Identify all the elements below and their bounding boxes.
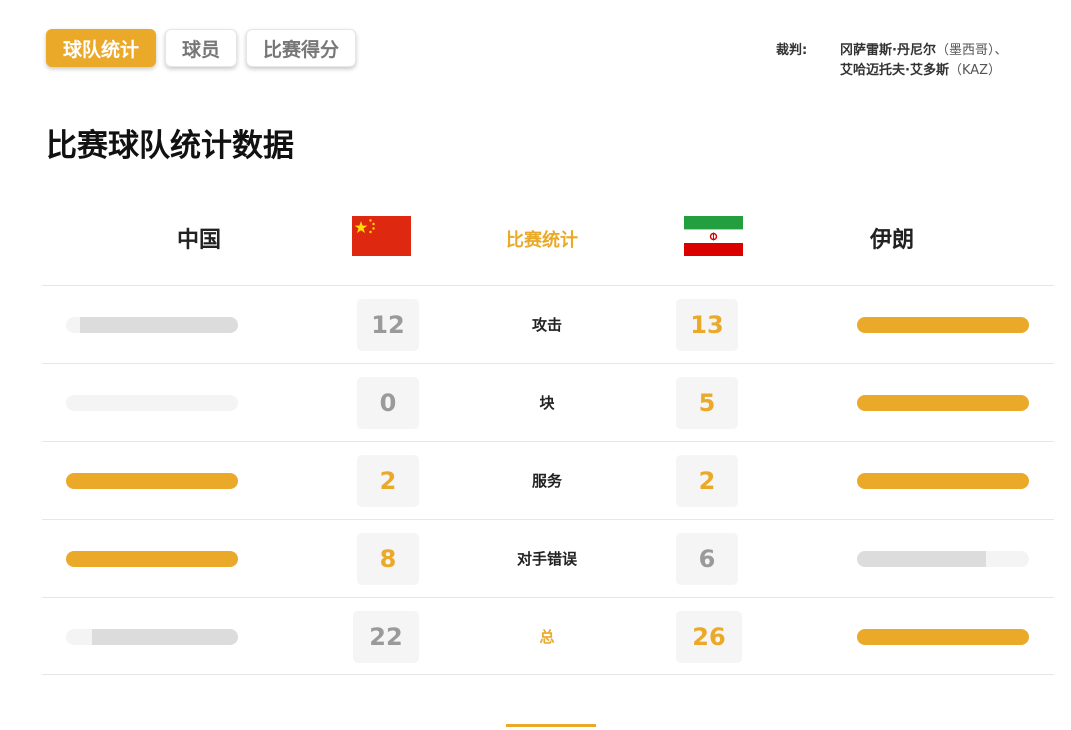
- stat-label: 块: [539, 394, 555, 412]
- away-bar-fill: [857, 629, 1029, 645]
- away-bar-fill: [857, 317, 1029, 333]
- home-value: 2: [357, 455, 419, 507]
- stat-label: 对手错误: [516, 550, 577, 568]
- away-bar-fill: [857, 551, 986, 567]
- stat-row-opponent-errors: 8 对手错误 6: [42, 519, 1054, 597]
- stat-label: 服务: [531, 472, 562, 490]
- stat-label-total: 总: [539, 628, 555, 646]
- referee-2-name: 艾哈迈托夫·艾多斯: [840, 63, 949, 78]
- away-bar-fill: [857, 473, 1029, 489]
- team-header: 中国 比赛统计 伊朗: [0, 214, 1071, 258]
- referee-line-1: 冈萨雷斯·丹尼尔（墨西哥）、: [840, 41, 1007, 61]
- china-flag-icon: [352, 216, 411, 256]
- away-bar: [857, 395, 1029, 411]
- home-team-name: 中国: [177, 228, 222, 253]
- away-team-name: 伊朗: [870, 228, 915, 253]
- referee-line-2: 艾哈迈托夫·艾多斯（KAZ）: [840, 61, 1007, 81]
- home-value: 12: [357, 299, 419, 351]
- referee-1-name: 冈萨雷斯·丹尼尔: [840, 43, 936, 58]
- home-bar: [66, 317, 238, 333]
- away-bar: [857, 473, 1029, 489]
- referee-label: 裁判:: [776, 43, 808, 58]
- away-bar-fill: [857, 395, 1029, 411]
- home-bar: [66, 395, 238, 411]
- home-bar-fill: [66, 473, 238, 489]
- stat-row-serve: 2 服务 2: [42, 441, 1054, 519]
- home-bar-fill: [66, 551, 238, 567]
- page-title: 比赛球队统计数据: [46, 128, 294, 164]
- home-bar-fill: [91, 629, 238, 645]
- away-value: 5: [676, 377, 738, 429]
- home-bar: [66, 551, 238, 567]
- away-bar: [857, 629, 1029, 645]
- more-link-cut-off[interactable]: [506, 724, 596, 730]
- iran-flag-icon: [684, 216, 743, 256]
- stat-row-block: 0 块 5: [42, 363, 1054, 441]
- tab-match-score[interactable]: 比赛得分: [246, 29, 357, 67]
- home-value: 22: [353, 611, 419, 663]
- home-value: 0: [357, 377, 419, 429]
- referee-names: 冈萨雷斯·丹尼尔（墨西哥）、 艾哈迈托夫·艾多斯（KAZ）: [840, 41, 1007, 81]
- home-bar: [66, 473, 238, 489]
- home-bar-fill: [79, 317, 238, 333]
- away-value: 6: [676, 533, 738, 585]
- home-value: 8: [357, 533, 419, 585]
- away-value: 13: [676, 299, 738, 351]
- away-bar: [857, 551, 1029, 567]
- tab-team-stats[interactable]: 球队统计: [46, 29, 157, 67]
- referee-1-country: （墨西哥）、: [935, 43, 1008, 58]
- stat-row-attack: 12 攻击 13: [42, 285, 1054, 363]
- match-stats-title: 比赛统计: [506, 230, 578, 251]
- tab-players[interactable]: 球员: [165, 29, 238, 67]
- home-bar: [66, 629, 238, 645]
- away-bar: [857, 317, 1029, 333]
- stats-tab-bar: 球队统计 球员 比赛得分: [46, 29, 357, 67]
- away-value: 2: [676, 455, 738, 507]
- away-value: 26: [676, 611, 742, 663]
- stat-label: 攻击: [531, 316, 562, 334]
- referee-2-country: （KAZ）: [948, 63, 1002, 78]
- stats-table: 12 攻击 13 0 块 5 2 服务 2 8 对手错误 6 22 总 26: [42, 285, 1054, 675]
- stat-row-total: 22 总 26: [42, 597, 1054, 675]
